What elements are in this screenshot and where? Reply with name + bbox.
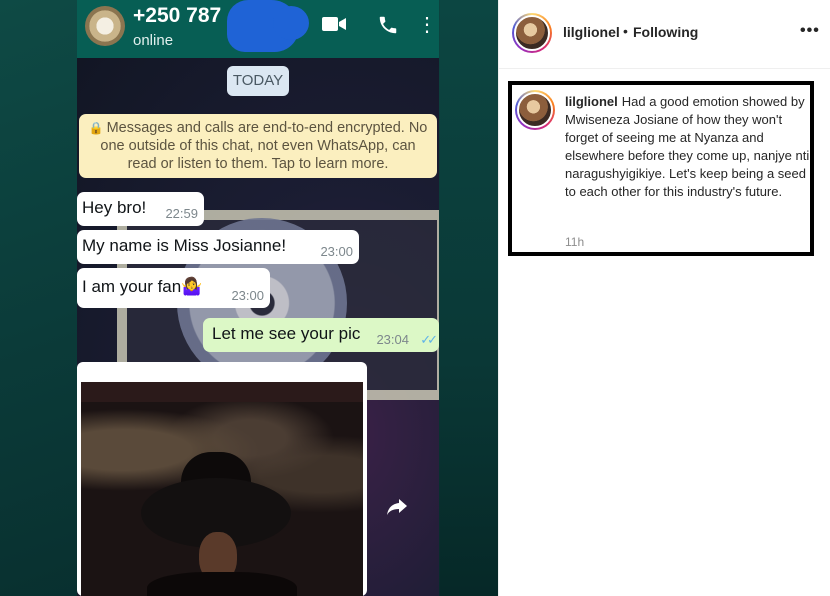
- whatsapp-screenshot: +250 787 online ⋮ TODAY 🔒 Messages and ca…: [77, 0, 439, 596]
- video-call-icon: [321, 14, 347, 38]
- author-username-link[interactable]: lilglionel: [563, 24, 620, 40]
- message-text: My name is Miss Josianne!: [82, 236, 287, 255]
- date-chip: TODAY: [227, 66, 289, 96]
- contact-status: online: [133, 32, 174, 49]
- post-media: +250 787 online ⋮ TODAY 🔒 Messages and ca…: [0, 0, 498, 596]
- caption-text: lilglionel Had a good emotion showed by M…: [565, 93, 811, 201]
- message-text: Hey bro!: [82, 198, 147, 217]
- forward-icon: [379, 492, 415, 528]
- contact-avatar: [85, 6, 125, 46]
- following-button[interactable]: Following: [633, 24, 698, 40]
- message-time: 23:04: [376, 332, 409, 347]
- caption-body: Had a good emotion showed by Mwiseneza J…: [565, 94, 810, 199]
- encryption-notice: 🔒 Messages and calls are end-to-end encry…: [79, 114, 437, 178]
- post-header: lilglionel • Following •••: [499, 0, 830, 69]
- caption-timestamp[interactable]: 11h: [565, 235, 584, 249]
- caption-highlight: lilglionel Had a good emotion showed by M…: [508, 81, 814, 256]
- message-time: 23:00: [231, 288, 264, 303]
- whatsapp-header: +250 787 online ⋮: [77, 0, 439, 58]
- author-avatar[interactable]: [512, 13, 552, 53]
- caption-author-avatar[interactable]: [515, 90, 555, 130]
- encryption-text: Messages and calls are end-to-end encryp…: [100, 120, 428, 172]
- separator-dot: •: [623, 23, 628, 39]
- image-message: [77, 362, 367, 596]
- caption-username-link[interactable]: lilglionel: [565, 94, 618, 109]
- message-time: 22:59: [165, 206, 198, 221]
- message-bubble: Hey bro! 22:59: [77, 192, 204, 226]
- message-text: Let me see your pic: [212, 324, 361, 343]
- message-bubble: My name is Miss Josianne! 23:00: [77, 230, 359, 264]
- message-time: 23:00: [320, 244, 353, 259]
- message-text: I am your fan🤷‍♀️: [82, 277, 203, 296]
- read-ticks-icon: ✓✓: [420, 332, 438, 347]
- post-sidebar: lilglionel • Following ••• lilglionel Had…: [498, 0, 830, 596]
- more-options-icon[interactable]: •••: [800, 22, 820, 40]
- redaction-mark: [273, 6, 309, 40]
- message-bubble-outgoing: Let me see your pic 23:04 ✓✓: [203, 318, 439, 352]
- message-bubble: I am your fan🤷‍♀️ 23:00: [77, 268, 270, 308]
- menu-dots-icon: ⋮: [417, 14, 437, 36]
- lock-icon: 🔒: [88, 121, 104, 135]
- phone-call-icon: [377, 14, 399, 40]
- shared-photo: [81, 382, 363, 596]
- contact-number: +250 787: [133, 4, 222, 27]
